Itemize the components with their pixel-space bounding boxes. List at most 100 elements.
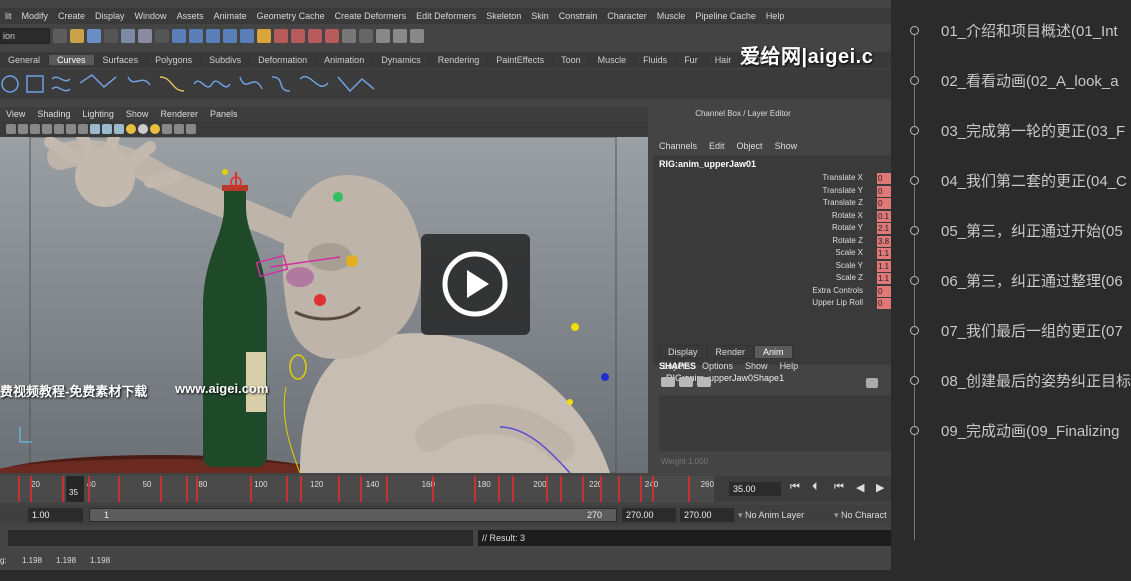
open-scene-icon[interactable] (70, 29, 84, 43)
shelf-tab[interactable]: Deformation (250, 55, 317, 65)
snap-curve-icon[interactable] (172, 29, 186, 43)
menu-item[interactable]: Animate (214, 11, 247, 21)
viewport-menu-item[interactable]: Shading (37, 109, 70, 119)
shelf-tab[interactable]: Polygons (147, 55, 202, 65)
range-end-field[interactable]: 270.00 (622, 508, 676, 522)
save-scene-icon[interactable] (87, 29, 101, 43)
xray-icon[interactable] (174, 124, 184, 134)
viewport-menu-item[interactable]: Lighting (82, 109, 114, 119)
range-start-field[interactable]: 1.00 (28, 508, 83, 522)
chapter-item[interactable]: 02_看看动画(02_A_look_a (891, 70, 1131, 94)
attribute-value[interactable]: 0 (877, 285, 891, 297)
shelf-tab[interactable]: Dynamics (373, 55, 430, 65)
menu-item[interactable]: lit (5, 11, 12, 21)
tool-settings-icon[interactable] (393, 29, 407, 43)
history-icon[interactable] (240, 29, 254, 43)
lock-icon[interactable] (257, 29, 271, 43)
toggle-panel-icon[interactable] (359, 29, 373, 43)
shelf-tab[interactable]: Animation (316, 55, 374, 65)
channel-menu-item[interactable]: Show (775, 141, 798, 151)
new-layer-selected-icon[interactable] (679, 377, 693, 387)
menu-item[interactable]: Pipeline Cache (695, 11, 756, 21)
snap-view-icon[interactable] (206, 29, 220, 43)
snap-grid-icon[interactable] (155, 29, 169, 43)
chapter-item[interactable]: 03_完成第一轮的更正(03_F (891, 120, 1131, 144)
shelf-tab[interactable]: PaintEffects (488, 55, 554, 65)
select-hierarchy-icon[interactable] (104, 29, 118, 43)
viewport-menu-item[interactable]: Show (126, 109, 149, 119)
lights-icon[interactable] (126, 124, 136, 134)
attribute-row[interactable]: Scale Z 1.1 (653, 273, 891, 285)
menu-item[interactable]: Skeleton (486, 11, 521, 21)
layer-menu-item[interactable]: Options (702, 361, 733, 371)
layer-tab[interactable]: Render (706, 345, 755, 359)
menu-item[interactable]: Skin (531, 11, 549, 21)
anim-layer-select[interactable]: ▾ No Anim Layer (738, 508, 842, 522)
attribute-row[interactable]: Translate Z 0 (653, 198, 891, 210)
chapter-item[interactable]: 06_第三，纠正通过整理(06 (891, 270, 1131, 294)
film-gate-icon[interactable] (66, 124, 76, 134)
select-component-icon[interactable] (138, 29, 152, 43)
menu-item[interactable]: Window (135, 11, 167, 21)
weight-field[interactable]: Weight 1.000 (661, 457, 708, 466)
shelf-tab[interactable]: Curves (49, 55, 95, 65)
chapter-item[interactable]: 04_我们第二套的更正(04_C (891, 170, 1131, 194)
shelf-tab[interactable]: Rendering (430, 55, 489, 65)
menu-item[interactable]: Constrain (559, 11, 598, 21)
selected-object-name[interactable]: RIG:anim_upperJaw01 (659, 159, 756, 169)
viewport-menu-item[interactable]: Renderer (160, 109, 198, 119)
texture-icon[interactable] (114, 124, 124, 134)
ipr-render-icon[interactable] (291, 29, 305, 43)
current-frame-marker[interactable]: 35 (66, 476, 84, 502)
chapter-item[interactable]: 01_介绍和项目概述(01_Int (891, 20, 1131, 44)
character-select[interactable]: ▾ No Charact (834, 508, 891, 522)
play-backward-icon[interactable]: ◀ (856, 481, 864, 494)
isolate-select-icon[interactable] (162, 124, 172, 134)
menu-item[interactable]: Modify (22, 11, 49, 21)
grid-icon[interactable] (54, 124, 64, 134)
time-slider[interactable]: 35 20405080100120140160180200220240260 3… (0, 476, 891, 502)
channel-menu-item[interactable]: Object (737, 141, 763, 151)
curve-tools-shelf[interactable] (0, 69, 891, 99)
shelf-tab[interactable]: Fur (676, 55, 707, 65)
chapter-item[interactable]: 05_第三，纠正通过开始(05 (891, 220, 1131, 244)
attribute-row[interactable]: Translate Y 0 (653, 185, 891, 198)
attribute-value[interactable]: 1.1 (877, 248, 891, 259)
step-back-key-icon[interactable]: ⏮ (834, 481, 844, 494)
current-frame-field[interactable]: 35.00 (729, 482, 781, 496)
menu-item[interactable]: Display (95, 11, 125, 21)
shelf-tab[interactable]: Muscle (590, 55, 636, 65)
resolution-gate-icon[interactable] (78, 124, 88, 134)
camera-icon[interactable] (6, 124, 16, 134)
render-icon[interactable] (274, 29, 288, 43)
attribute-row[interactable]: Extra Controls 0 (653, 285, 891, 298)
shadows-icon[interactable] (138, 124, 148, 134)
chapter-item[interactable]: 07_我们最后一组的更正(07 (891, 320, 1131, 344)
new-scene-icon[interactable] (53, 29, 67, 43)
hypershade-icon[interactable] (325, 29, 339, 43)
xray-joints-icon[interactable] (186, 124, 196, 134)
shelf-tab[interactable]: Subdivs (201, 55, 251, 65)
attribute-value[interactable]: 1.1 (877, 260, 891, 272)
layer-tab[interactable]: Display (659, 345, 707, 359)
menu-item[interactable]: Character (607, 11, 647, 21)
shelf-tab[interactable]: Hair (707, 55, 741, 65)
ambient-occlusion-icon[interactable] (150, 124, 160, 134)
attribute-row[interactable]: Rotate Z 3.8 (653, 235, 891, 248)
menu-item[interactable]: Edit Deformers (416, 11, 476, 21)
layer-options-icon[interactable] (866, 378, 878, 388)
attribute-value[interactable]: 3.8 (877, 235, 891, 247)
viewport[interactable] (0, 137, 648, 473)
shelf-tab[interactable]: General (0, 55, 50, 65)
chapter-item[interactable]: 08_创建最后的姿势纠正目标 (891, 370, 1131, 394)
snap-point-icon[interactable] (189, 29, 203, 43)
wireframe-icon[interactable] (90, 124, 100, 134)
shelf-tab[interactable]: Fluids (635, 55, 677, 65)
layer-menu-item[interactable]: Layers (663, 361, 690, 371)
layer-tab[interactable]: Anim (754, 345, 793, 359)
attribute-row[interactable]: Upper Lip Roll 0 (653, 298, 891, 310)
attribute-editor-icon[interactable] (376, 29, 390, 43)
chapter-item[interactable]: 09_完成动画(09_Finalizing (891, 420, 1131, 444)
shelf-tab[interactable]: Toon (553, 55, 590, 65)
menu-item[interactable]: Create (58, 11, 85, 21)
